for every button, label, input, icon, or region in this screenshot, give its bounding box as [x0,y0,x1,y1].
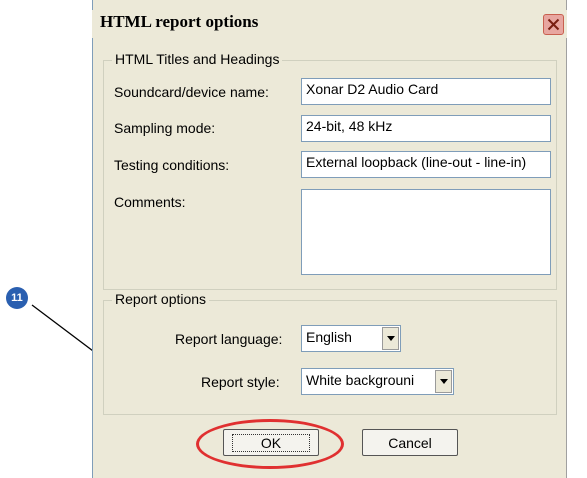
report-style-value: White backgrouni [306,372,415,388]
report-style-dropdown-button[interactable] [435,370,452,393]
report-style-select[interactable]: White backgrouni [301,368,454,395]
sampling-mode-input[interactable]: 24-bit, 48 kHz [301,115,551,142]
report-language-label: Report language: [175,331,283,347]
device-name-label: Soundcard/device name: [114,84,269,100]
comments-label: Comments: [114,194,186,210]
report-options-group-box [103,300,557,415]
testing-conditions-label: Testing conditions: [114,157,230,173]
chevron-down-icon [439,379,448,384]
titles-group-legend: HTML Titles and Headings [112,51,283,67]
ok-highlight-ellipse [196,419,344,469]
report-language-dropdown-button[interactable] [382,327,399,350]
close-button[interactable] [543,14,564,35]
close-icon [547,18,560,31]
device-name-input[interactable]: Xonar D2 Audio Card [301,78,551,105]
dialog-title: HTML report options [100,12,259,31]
comments-textarea[interactable] [301,189,551,275]
report-language-value: English [306,329,352,345]
report-options-legend: Report options [112,291,210,307]
testing-conditions-input[interactable]: External loopback (line-out - line-in) [301,151,551,178]
step-number-badge: 11 [6,287,28,309]
report-language-select[interactable]: English [301,325,401,352]
report-style-label: Report style: [201,374,280,390]
cancel-button[interactable]: Cancel [362,429,458,456]
chevron-down-icon [386,336,395,341]
sampling-mode-label: Sampling mode: [114,120,216,136]
